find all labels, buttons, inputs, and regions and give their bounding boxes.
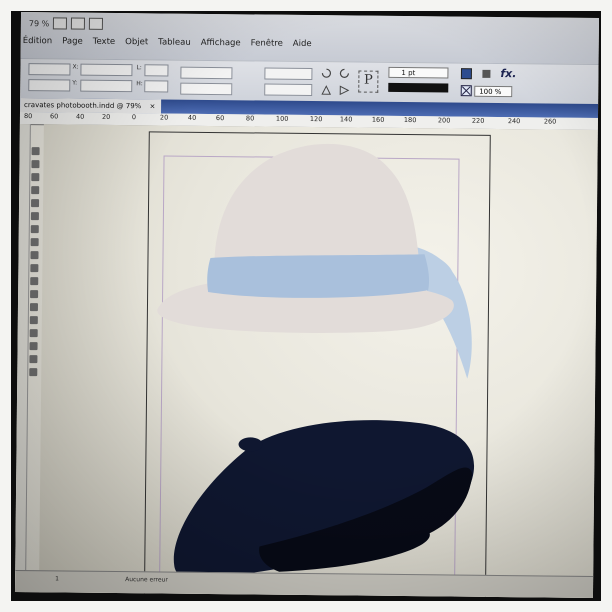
menu-item-fenetre[interactable]: Fenêtre xyxy=(251,38,283,48)
artwork xyxy=(157,143,474,578)
opacity-field[interactable]: 100 % xyxy=(474,85,513,98)
hand-tool-icon[interactable] xyxy=(29,342,38,351)
type-tool-icon[interactable] xyxy=(31,199,40,208)
status-bar: 1 Aucune erreur xyxy=(14,569,594,599)
width-field[interactable] xyxy=(144,64,169,77)
arrange-documents-icon[interactable] xyxy=(89,17,104,30)
gap-tool-icon[interactable] xyxy=(31,186,40,195)
height-field[interactable] xyxy=(144,80,169,93)
x-label: X: xyxy=(72,63,79,71)
ruler-tick: 180 xyxy=(403,116,417,125)
page-number[interactable]: 1 xyxy=(55,575,59,582)
hat-band[interactable] xyxy=(207,252,430,299)
ruler-tick: 60 xyxy=(215,114,225,123)
ruler-tick: 260 xyxy=(543,117,557,126)
y-label: Y: xyxy=(72,79,78,87)
reference-point-field-2[interactable] xyxy=(28,79,71,92)
ruler-tick: 40 xyxy=(187,113,197,122)
menu-item-page[interactable]: Page xyxy=(62,36,83,46)
document-title: cravates photobooth.indd @ 79% xyxy=(24,101,142,111)
rotate-cw-icon[interactable] xyxy=(320,67,332,79)
preflight-status[interactable]: Aucune erreur xyxy=(125,576,168,583)
view-options-icon[interactable] xyxy=(53,17,68,30)
rotate-ccw-icon[interactable] xyxy=(338,67,350,79)
rectangle-frame-tool-icon[interactable] xyxy=(30,251,39,260)
pen-tool-icon[interactable] xyxy=(30,225,39,234)
scissors-tool-icon[interactable] xyxy=(30,277,39,286)
menu-item-affichage[interactable]: Affichage xyxy=(201,38,241,48)
height-label: H: xyxy=(136,80,143,88)
menu-bar: 79 % Édition Page Texte Objet Tableau Af… xyxy=(20,11,600,65)
note-tool-icon[interactable] xyxy=(29,316,38,325)
ruler-tick: 120 xyxy=(309,115,323,124)
menu-item-edition[interactable]: Édition xyxy=(23,36,53,46)
menu-item-aide[interactable]: Aide xyxy=(293,39,312,49)
fit-content-icon[interactable] xyxy=(460,85,472,97)
shear-field[interactable] xyxy=(264,83,313,97)
ruler-tick: 200 xyxy=(437,116,451,125)
x-position-field[interactable] xyxy=(80,63,133,77)
eyedropper-tool-icon[interactable] xyxy=(29,329,38,338)
y-position-field[interactable] xyxy=(80,79,133,93)
ruler-tick: 240 xyxy=(507,117,521,126)
ruler-tick: 220 xyxy=(471,116,485,125)
ruler-tick: 80 xyxy=(23,112,33,121)
ruler-tick: 60 xyxy=(49,112,59,121)
rotation-field[interactable] xyxy=(264,67,313,81)
ruler-tick: 140 xyxy=(339,115,353,124)
page-tool-icon[interactable] xyxy=(31,173,40,182)
indesign-window: 79 % Édition Page Texte Objet Tableau Af… xyxy=(14,11,600,599)
zoom-level[interactable]: 79 % xyxy=(29,19,49,28)
scale-x-field[interactable] xyxy=(180,66,233,80)
zoom-tool-icon[interactable] xyxy=(29,355,38,364)
pencil-tool-icon[interactable] xyxy=(30,238,39,247)
drop-shadow-icon[interactable] xyxy=(480,68,492,80)
line-tool-icon[interactable] xyxy=(30,212,39,221)
flip-horizontal-icon[interactable] xyxy=(320,84,332,96)
scale-y-field[interactable] xyxy=(180,82,233,96)
free-transform-tool-icon[interactable] xyxy=(30,290,39,299)
stroke-type-swatch[interactable] xyxy=(388,82,449,93)
paragraph-icon[interactable]: P xyxy=(358,70,379,93)
menu-item-objet[interactable]: Objet xyxy=(125,37,148,47)
reference-point-field[interactable] xyxy=(28,63,71,76)
width-label: L: xyxy=(136,64,142,72)
gradient-tool-icon[interactable] xyxy=(29,303,39,312)
pasteboard[interactable] xyxy=(38,124,598,599)
beret-stalk[interactable] xyxy=(238,437,263,452)
screen-mode-icon[interactable] xyxy=(71,17,86,30)
ruler-tick: 20 xyxy=(159,113,169,122)
document-tab[interactable]: cravates photobooth.indd @ 79% × xyxy=(20,97,162,114)
fx-icon[interactable]: fx. xyxy=(500,67,516,80)
ruler-tick: 160 xyxy=(371,115,385,124)
main-menu: Édition Page Texte Objet Tableau Afficha… xyxy=(23,36,312,49)
ruler-tick: 20 xyxy=(101,112,111,121)
direct-selection-tool-icon[interactable] xyxy=(31,160,40,169)
menu-item-tableau[interactable]: Tableau xyxy=(158,37,191,47)
ruler-tick: 100 xyxy=(275,114,289,123)
flip-vertical-icon[interactable] xyxy=(338,84,350,96)
fill-stroke-icon[interactable] xyxy=(29,368,38,377)
fill-frame-icon[interactable] xyxy=(460,68,472,80)
application-bar: 79 % xyxy=(29,15,104,32)
rectangle-tool-icon[interactable] xyxy=(30,264,39,273)
stroke-weight-field[interactable]: 1 pt xyxy=(388,66,449,79)
selection-tool-icon[interactable] xyxy=(31,147,40,156)
close-icon[interactable]: × xyxy=(150,102,156,110)
photo-background: 79 % Édition Page Texte Objet Tableau Af… xyxy=(0,0,612,612)
ruler-tick: 80 xyxy=(245,114,255,123)
ruler-tick: 0 xyxy=(131,113,137,122)
menu-item-texte[interactable]: Texte xyxy=(93,37,116,47)
monitor-frame: 79 % Édition Page Texte Objet Tableau Af… xyxy=(11,11,601,601)
ruler-tick: 40 xyxy=(75,112,85,121)
